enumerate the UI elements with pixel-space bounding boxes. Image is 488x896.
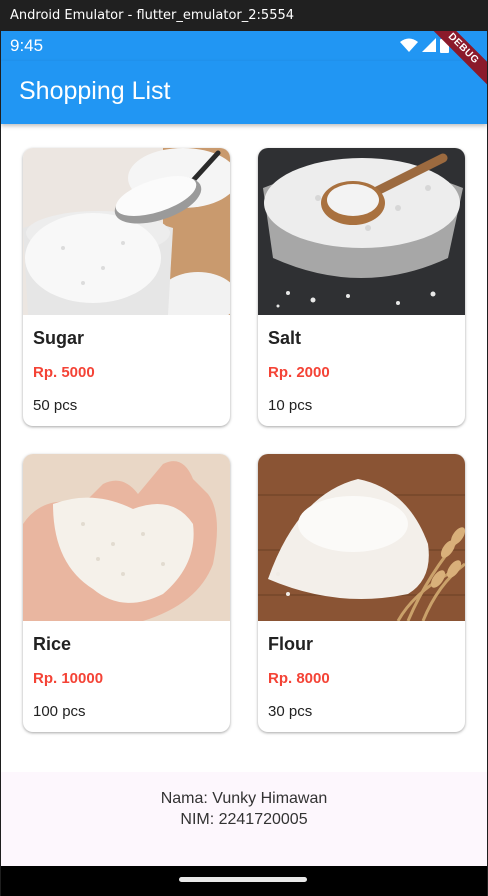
- item-quantity: 30 pcs: [268, 703, 313, 720]
- cell-signal-icon: [422, 38, 436, 52]
- item-quantity: 100 pcs: [33, 703, 86, 720]
- footer-nim: NIM: 2241720005: [180, 811, 308, 828]
- item-price: Rp. 8000: [268, 670, 330, 687]
- item-card-sugar[interactable]: Sugar Rp. 5000 50 pcs: [23, 148, 230, 426]
- item-quantity: 50 pcs: [33, 397, 78, 414]
- item-card-salt[interactable]: Salt Rp. 2000 10 pcs: [258, 148, 465, 426]
- window-title: Android Emulator - flutter_emulator_2:55…: [0, 0, 488, 31]
- footer-nama: Nama: Vunky Himawan: [160, 790, 328, 807]
- item-price: Rp. 5000: [33, 364, 95, 381]
- rice-image: [23, 454, 230, 621]
- phone-screen: 9:45 Shopping List DEBUG Sugar Rp. 5000 …: [1, 31, 487, 896]
- page-title: Shopping List: [19, 77, 171, 105]
- status-time: 9:45: [10, 36, 44, 55]
- salt-image: [258, 148, 465, 315]
- item-name: Salt: [268, 328, 302, 348]
- status-bar: 9:45: [1, 31, 487, 61]
- flour-image: [258, 454, 465, 621]
- sugar-image: [23, 148, 230, 315]
- item-name: Flour: [268, 634, 313, 654]
- item-quantity: 10 pcs: [268, 397, 313, 414]
- footer: Nama: Vunky Himawan NIM: 2241720005: [1, 772, 487, 866]
- home-gesture-handle[interactable]: [179, 877, 307, 882]
- item-name: Sugar: [33, 328, 85, 348]
- navigation-bar: [1, 866, 487, 896]
- item-price: Rp. 10000: [33, 670, 104, 687]
- item-name: Rice: [33, 634, 72, 654]
- item-price: Rp. 2000: [268, 364, 330, 381]
- app-bar: Shopping List: [1, 61, 487, 124]
- wifi-icon: [400, 38, 418, 52]
- item-card-rice[interactable]: Rice Rp. 10000 100 pcs: [23, 454, 230, 732]
- item-card-flour[interactable]: Flour Rp. 8000 30 pcs: [258, 454, 465, 732]
